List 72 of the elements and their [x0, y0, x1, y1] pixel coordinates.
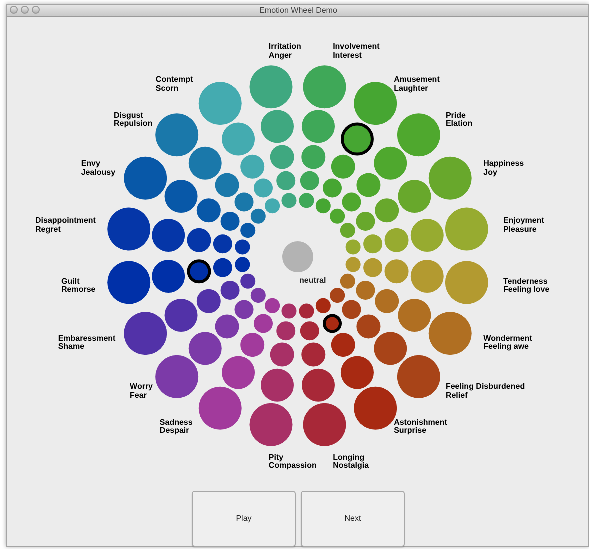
emotion-circle[interactable]	[152, 219, 186, 252]
emotion-name: Repulsion	[114, 120, 153, 129]
emotion-circle[interactable]	[235, 240, 250, 255]
emotion-name: Guilt	[62, 278, 81, 286]
window-title: Emotion Wheel Demo	[260, 6, 338, 15]
emotion-name: Contempt	[156, 76, 194, 85]
play-button[interactable]: Play	[192, 491, 296, 547]
emotion-name: Pity	[268, 454, 285, 462]
emotion-name: Enjoyment	[503, 217, 544, 226]
emotion-name: Irritation	[268, 43, 302, 52]
emotion-circle[interactable]	[213, 258, 232, 278]
emotion-name: Nostalgia	[333, 462, 370, 471]
emotion-name: Disappointment	[36, 217, 96, 226]
emotion-circle[interactable]	[152, 260, 186, 293]
emotion-circle[interactable]	[220, 212, 240, 231]
emotion-circle[interactable]	[196, 198, 221, 223]
emotion-circle[interactable]	[164, 180, 198, 214]
emotion-name: Despair	[160, 427, 190, 436]
emotion-name: Feeling Disburdened	[446, 383, 526, 392]
emotion-name: Joy	[484, 168, 498, 178]
close-button[interactable]	[10, 6, 18, 14]
emotion-name: Feeling awe	[484, 343, 530, 352]
emotion-circle[interactable]	[340, 122, 374, 156]
emotion-name: Remorse	[62, 286, 96, 295]
emotion-circle[interactable]	[108, 261, 151, 304]
emotion-circle[interactable]	[331, 333, 356, 358]
emotion-circle[interactable]	[316, 298, 331, 314]
emotion-name: Relief	[446, 392, 468, 400]
emotion-circle[interactable]	[240, 223, 256, 238]
emotion-circle[interactable]	[187, 228, 212, 252]
emotion-name: Happiness	[484, 160, 524, 169]
emotion-circle[interactable]	[220, 281, 240, 300]
emotion-name: Scorn	[156, 84, 179, 94]
emotion-name: Involvement	[333, 43, 380, 52]
minimize-button[interactable]	[21, 6, 29, 14]
emotion-circle[interactable]	[187, 260, 212, 284]
emotion-circle[interactable]	[124, 156, 168, 200]
emotion-name: Laughter	[394, 84, 430, 94]
emotion-name: Shame	[58, 343, 86, 352]
emotion-name: Embaressment	[58, 334, 116, 343]
emotion-name: Astonishment	[394, 418, 448, 427]
emotion-name: Pride	[446, 112, 467, 120]
emotion-name: Feeling love	[503, 286, 550, 295]
emotion-name: Surprise	[394, 427, 428, 436]
emotion-name: Worry	[130, 383, 153, 392]
emotion-name: Fear	[130, 392, 147, 400]
next-button[interactable]: Next	[301, 491, 405, 547]
emotion-name: Compassion	[268, 462, 317, 471]
emotion-name: Disgust	[114, 112, 144, 120]
emotion-name: Pleasure	[503, 226, 537, 234]
emotion-circle[interactable]	[340, 356, 374, 390]
emotion-circle[interactable]	[196, 289, 221, 314]
emotion-circle[interactable]	[235, 257, 250, 272]
emotion-name: Envy	[81, 160, 102, 169]
emotion-circle[interactable]	[164, 298, 198, 332]
emotion-name: Longing	[333, 454, 366, 462]
emotion-name: Elation	[446, 120, 473, 129]
emotion-name: Anger	[268, 52, 294, 60]
emotion-circle[interactable]	[124, 312, 168, 356]
emotion-name: Tenderness	[503, 278, 549, 286]
emotion-circle[interactable]	[108, 208, 151, 251]
emotion-name: Regret	[36, 226, 61, 234]
emotion-name: Wonderment	[484, 334, 532, 343]
emotion-name: Jealousy	[81, 168, 116, 178]
emotion-name: Amusement	[394, 76, 440, 85]
emotion-circle[interactable]	[213, 234, 232, 254]
zoom-button[interactable]	[32, 6, 40, 14]
emotion-circle[interactable]	[240, 274, 256, 289]
emotion-name: Sadness	[160, 418, 193, 427]
emotion-name: Interest	[333, 52, 363, 60]
emotion-circle[interactable]	[323, 314, 342, 334]
neutral-label: neutral	[300, 275, 326, 287]
